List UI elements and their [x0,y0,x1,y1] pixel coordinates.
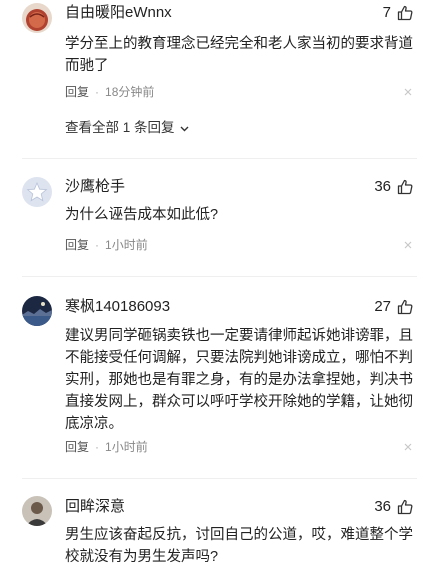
reply-button[interactable]: 回复 [65,439,89,455]
thumbs-up-icon[interactable] [397,299,413,315]
like-button[interactable]: 7 [383,3,413,23]
chevron-down-icon [179,123,190,134]
comment-text: 学分至上的教育理念已经完全和老人家当初的要求背道而驰了 [65,36,413,74]
thumbs-up-icon[interactable] [397,179,413,195]
comment-list: 自由暖阳eWnnx 7 学分至上的教育理念已经完全和老人家当初的要求背道而驰了 … [0,0,439,568]
avatar[interactable] [22,3,52,33]
comment-text: 建议男同学砸锅卖铁也一定要请律师起诉她诽谤罪，且不能接受任何调解，只要法院判她诽… [65,328,413,432]
view-replies-label: 查看全部 1 条回复 [65,120,175,135]
username[interactable]: 寒枫140186093 [65,297,170,317]
close-icon[interactable] [403,87,413,97]
username[interactable]: 回眸深意 [65,497,125,517]
comment-text: 男生应该奋起反抗，讨回自己的公道，哎，难道整个学校就没有为男生发声吗? [65,527,413,565]
username[interactable]: 自由暖阳eWnnx [65,3,172,23]
like-button[interactable]: 36 [374,177,413,197]
avatar[interactable] [22,296,52,326]
username[interactable]: 沙鹰枪手 [65,177,125,197]
divider [22,478,417,479]
like-count: 27 [374,298,391,315]
close-icon[interactable] [403,442,413,452]
comment-meta: 回复 · 1小时前 [65,237,148,253]
avatar[interactable] [22,177,52,207]
comment-meta: 回复 · 18分钟前 [65,84,154,100]
divider [22,276,417,277]
comment-text: 为什么诬告成本如此低? [65,207,219,223]
like-button[interactable]: 36 [374,497,413,517]
meta-separator: · [95,238,100,252]
thumbs-up-icon[interactable] [397,5,413,21]
divider [22,158,417,159]
like-count: 36 [374,498,391,515]
timestamp: 1小时前 [105,440,148,454]
timestamp: 1小时前 [105,238,148,252]
like-count: 7 [382,4,391,21]
close-icon[interactable] [403,240,413,250]
reply-button[interactable]: 回复 [65,237,89,253]
meta-separator: · [95,85,100,99]
like-count: 36 [374,178,391,195]
timestamp: 18分钟前 [105,85,155,99]
avatar[interactable] [22,496,52,526]
like-button[interactable]: 27 [374,297,413,317]
comment-meta: 回复 · 1小时前 [65,439,148,455]
reply-button[interactable]: 回复 [65,84,89,100]
meta-separator: · [95,440,100,454]
thumbs-up-icon[interactable] [397,499,413,515]
view-replies-button[interactable]: 查看全部 1 条回复 [65,119,190,137]
